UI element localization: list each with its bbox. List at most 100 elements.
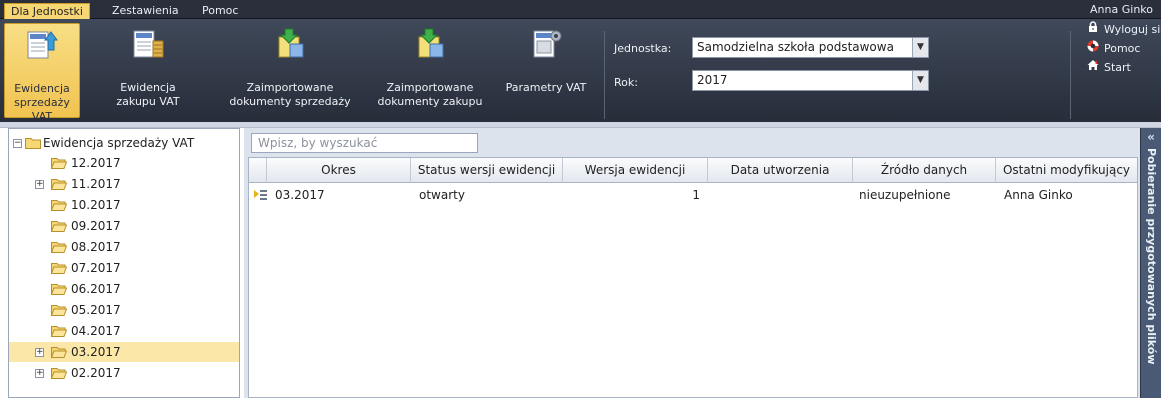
expand-icon[interactable]: + xyxy=(35,180,44,189)
ribbon-button-label: Parametry VAT xyxy=(505,81,587,94)
tree-item-label: 12.2017 xyxy=(71,156,121,170)
cell-status: otwarty xyxy=(419,188,465,202)
ribbon-button-label: Ewidencja sprzedaży VAT xyxy=(14,82,70,123)
tree-item[interactable]: + 02.2017 xyxy=(9,363,239,383)
column-header-modyfikujacy[interactable]: Ostatni modyfikujący xyxy=(996,158,1137,183)
open-folder-icon xyxy=(51,158,67,169)
column-header-status[interactable]: Status wersji ewidencji xyxy=(411,158,563,183)
tree-item-label: 08.2017 xyxy=(71,240,121,254)
tree-root[interactable]: − Ewidencja sprzedaży VAT xyxy=(9,133,239,153)
ewidencja-zakupu-vat-button[interactable]: Ewidencja zakupu VAT xyxy=(112,23,184,118)
collapse-icon[interactable]: − xyxy=(13,139,22,148)
logout-label: Wyloguj się xyxy=(1104,23,1161,36)
user-name: Anna Ginko xyxy=(1090,3,1153,16)
chevron-down-icon[interactable]: ▼ xyxy=(912,71,928,90)
records-grid: Okres Status wersji ewidencji Wersja ewi… xyxy=(248,157,1138,398)
vat-purchase-register-icon xyxy=(133,30,164,58)
tree-item-label: 04.2017 xyxy=(71,324,121,338)
ribbon-separator xyxy=(1070,31,1071,119)
side-panel-title: Pobieranie przygotowanych plików xyxy=(1145,148,1158,365)
cell-zrodlo: nieuzupełnione xyxy=(859,188,951,202)
tree-item-label: 11.2017 xyxy=(71,177,121,191)
unit-select[interactable]: Samodzielna szkoła podstawowa ▼ xyxy=(692,37,929,58)
column-header-zrodlo[interactable]: Źródło danych xyxy=(853,158,996,183)
cell-data-utworzenia xyxy=(708,184,714,206)
home-icon xyxy=(1086,59,1100,76)
year-label: Rok: xyxy=(614,76,638,89)
folder-icon xyxy=(25,138,41,149)
start-link[interactable]: Start xyxy=(1086,59,1131,75)
main-panel: Wpisz, by wyszukać Okres Status wersji e… xyxy=(244,128,1140,398)
help-link[interactable]: Pomoc xyxy=(1086,40,1140,56)
open-folder-icon xyxy=(51,305,67,316)
cell-okres: 03.2017 xyxy=(275,188,325,202)
open-folder-icon xyxy=(51,347,67,358)
tree-item[interactable]: 12.2017 xyxy=(9,153,239,173)
unit-value: Samodzielna szkoła podstawowa xyxy=(697,40,894,54)
row-indicator-header xyxy=(249,158,267,183)
column-header-wersja[interactable]: Wersja ewidencji xyxy=(563,158,708,183)
tree-item[interactable]: 07.2017 xyxy=(9,258,239,278)
tree-root-label: Ewidencja sprzedaży VAT xyxy=(43,136,195,150)
vat-sales-register-icon xyxy=(27,31,58,59)
tree-item[interactable]: 08.2017 xyxy=(9,237,239,257)
search-input[interactable]: Wpisz, by wyszukać xyxy=(251,133,478,153)
logout-link[interactable]: Wyloguj się xyxy=(1086,21,1161,37)
tree-item[interactable]: + 11.2017 xyxy=(9,174,239,194)
double-chevron-left-icon[interactable]: « xyxy=(1141,130,1161,144)
tree-item-label: 10.2017 xyxy=(71,198,121,212)
tree-item-label: 02.2017 xyxy=(71,366,121,380)
chevron-down-icon[interactable]: ▼ xyxy=(912,38,928,57)
ribbon-button-label: Zaimportowane dokumenty zakupu xyxy=(377,81,483,108)
app-window: Dla Jednostki Zestawienia Pomoc Anna Gin… xyxy=(0,0,1161,398)
tab-dla-jednostki[interactable]: Dla Jednostki xyxy=(4,3,90,19)
tree-item-label: 06.2017 xyxy=(71,282,121,296)
table-row[interactable]: 03.2017 otwarty 1 nieuzupełnione Anna Gi… xyxy=(249,184,1137,206)
tree-item[interactable]: 09.2017 xyxy=(9,216,239,236)
collapsed-side-panel[interactable]: « Pobieranie przygotowanych plików xyxy=(1140,128,1161,398)
tab-pomoc[interactable]: Pomoc xyxy=(196,3,244,19)
tree-item[interactable]: 04.2017 xyxy=(9,321,239,341)
zaimportowane-dokumenty-zakupu-button[interactable]: Zaimportowane dokumenty zakupu xyxy=(370,23,490,118)
lifebuoy-icon xyxy=(1086,40,1100,57)
lock-icon xyxy=(1086,21,1100,38)
tree-item-label: 09.2017 xyxy=(71,219,121,233)
tree-item-selected[interactable]: + 03.2017 xyxy=(9,342,239,362)
unit-label: Jednostka: xyxy=(614,42,672,55)
ribbon-separator xyxy=(604,31,605,119)
help-label: Pomoc xyxy=(1104,42,1141,55)
parametry-vat-button[interactable]: Parametry VAT xyxy=(500,23,592,118)
ribbon-button-label: Zaimportowane dokumenty sprzedaży xyxy=(229,81,351,108)
column-header-data-utworzenia[interactable]: Data utworzenia xyxy=(708,158,853,183)
tree-item-label: 05.2017 xyxy=(71,303,121,317)
tree-item-label: 03.2017 xyxy=(71,345,121,359)
import-purchase-documents-icon xyxy=(418,28,444,58)
open-folder-icon xyxy=(51,221,67,232)
open-folder-icon xyxy=(51,368,67,379)
tab-zestawienia[interactable]: Zestawienia xyxy=(106,3,185,19)
zaimportowane-dokumenty-sprzedazy-button[interactable]: Zaimportowane dokumenty sprzedaży xyxy=(224,23,356,118)
ewidencja-sprzedazy-vat-button[interactable]: Ewidencja sprzedaży VAT xyxy=(4,23,80,123)
open-folder-icon xyxy=(51,179,67,190)
expand-icon[interactable]: + xyxy=(35,369,44,378)
year-select[interactable]: 2017 ▼ xyxy=(692,70,929,91)
cell-modyfikujacy: Anna Ginko xyxy=(1004,188,1073,202)
start-label: Start xyxy=(1104,61,1131,74)
year-value: 2017 xyxy=(697,73,728,87)
menu-bar: Dla Jednostki Zestawienia Pomoc Anna Gin… xyxy=(0,0,1161,19)
vat-parameters-icon xyxy=(533,30,562,58)
tree-item[interactable]: 06.2017 xyxy=(9,279,239,299)
column-header-okres[interactable]: Okres xyxy=(267,158,411,183)
open-folder-icon xyxy=(51,263,67,274)
open-folder-icon xyxy=(51,284,67,295)
expand-icon[interactable]: + xyxy=(35,348,44,357)
grid-header: Okres Status wersji ewidencji Wersja ewi… xyxy=(249,158,1137,183)
import-sales-documents-icon xyxy=(278,28,304,58)
open-folder-icon xyxy=(51,200,67,211)
document-edit-icon xyxy=(254,190,267,200)
ribbon-toolbar: Ewidencja sprzedaży VAT Ewidencja zakupu… xyxy=(0,19,1161,123)
tree-item[interactable]: 05.2017 xyxy=(9,300,239,320)
open-folder-icon xyxy=(51,326,67,337)
ribbon-button-label: Ewidencja zakupu VAT xyxy=(116,81,180,108)
tree-item[interactable]: 10.2017 xyxy=(9,195,239,215)
